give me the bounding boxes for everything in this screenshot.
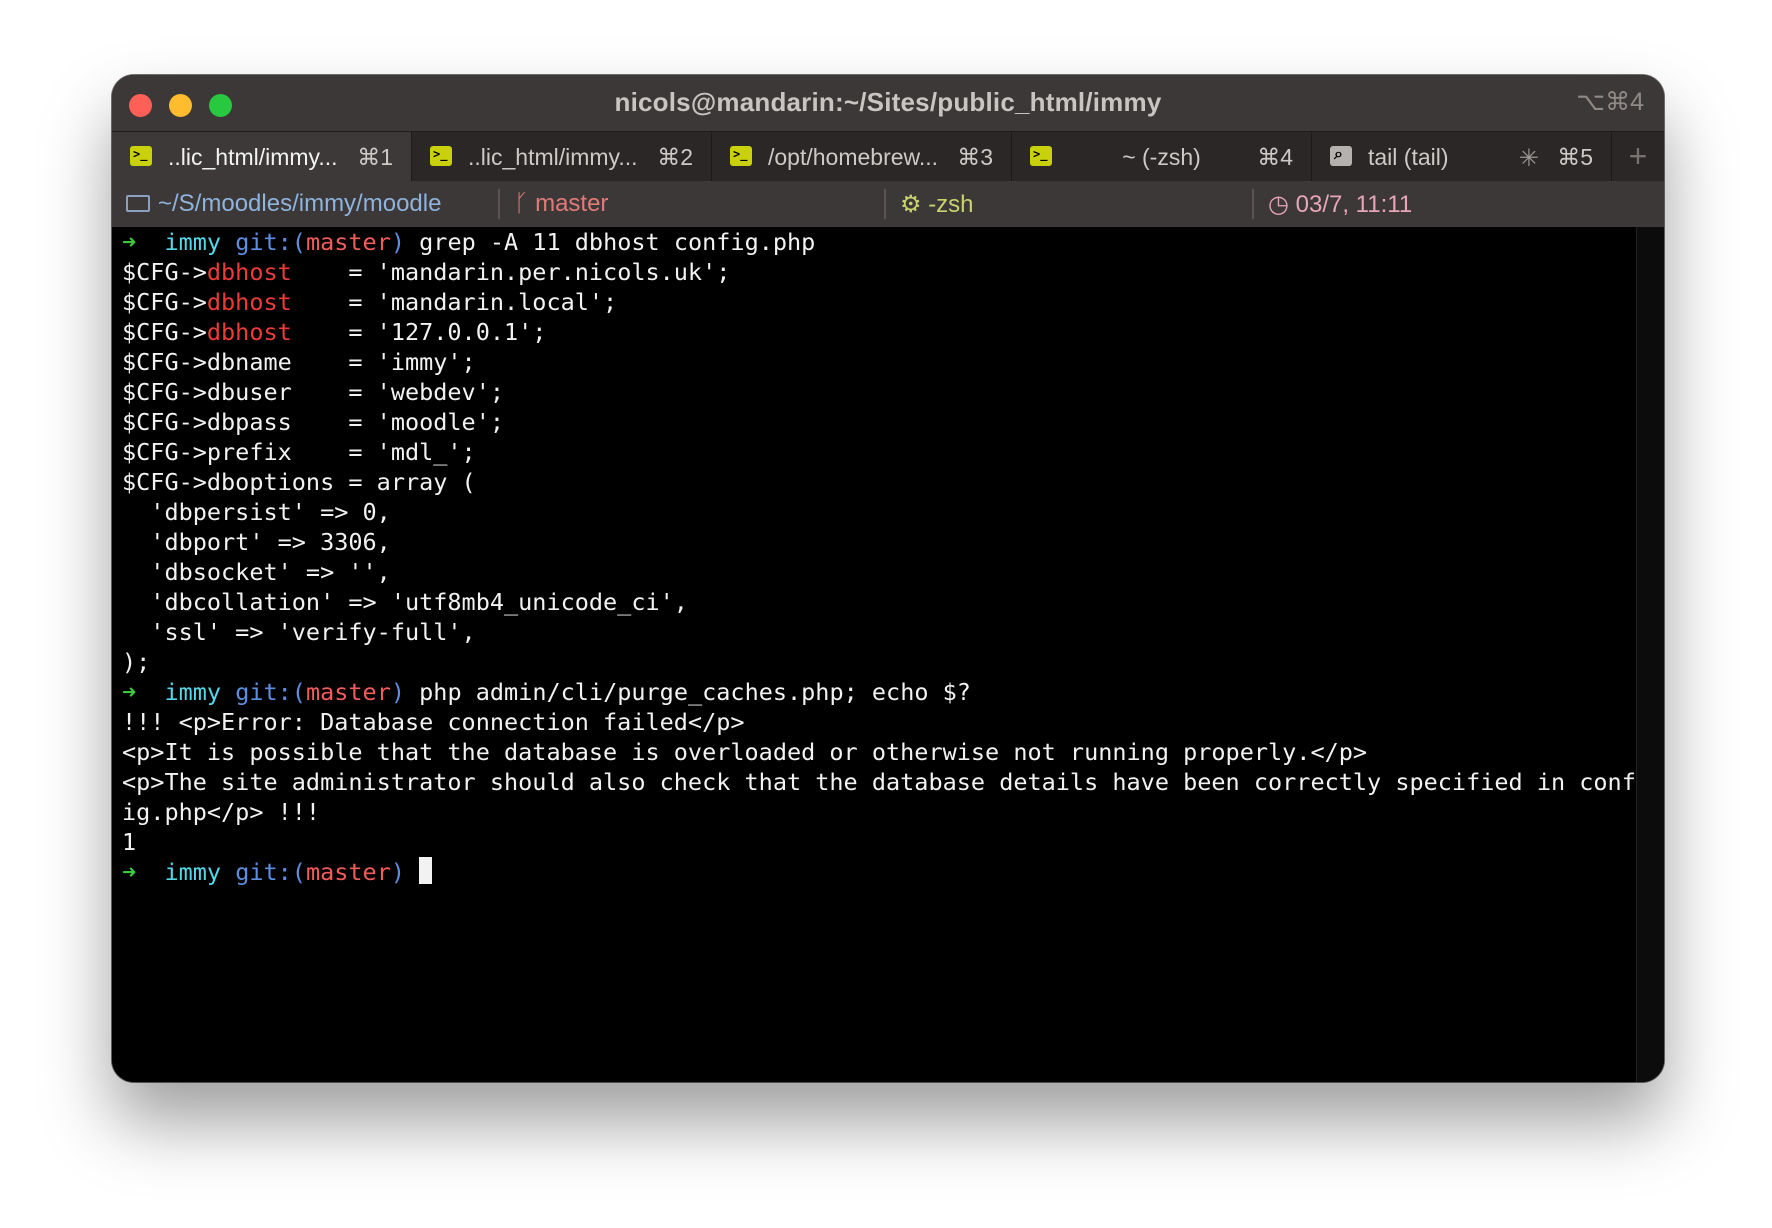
terminal-window: nicols@mandarin:~/Sites/public_html/immy…	[112, 75, 1664, 1082]
status-path-text: ~/S/moodles/immy/moodle	[158, 190, 442, 217]
status-divider	[498, 189, 500, 219]
prompt-dir: immy	[164, 858, 222, 886]
job-icon: ⚙	[900, 191, 922, 218]
search-icon	[1330, 144, 1352, 166]
status-clock: ◷ 03/7, 11:11	[1268, 190, 1412, 219]
output-line: <p>It is possible that the database is o…	[122, 738, 1368, 766]
output-line: 'ssl' => 'verify-full',	[122, 618, 476, 646]
output-text: = '127.0.0.1';	[291, 318, 547, 346]
output-line: !!! <p>Error: Database connection failed…	[122, 708, 745, 736]
status-bar: ~/S/moodles/immy/moodle ᚴ master ⚙ -zsh …	[112, 181, 1664, 227]
output-line: $CFG->dbhost = 'mandarin.local';	[122, 287, 617, 317]
cfg-prefix: $CFG->	[122, 288, 207, 316]
status-branch-text: master	[535, 190, 609, 217]
status-time-text: 03/7, 11:11	[1295, 191, 1413, 218]
output-line: 'dbsocket' => '',	[122, 558, 391, 586]
prompt-git-prefix: git:(	[235, 228, 306, 256]
window-shortcut: ⌥⌘4	[1576, 88, 1644, 116]
prompt-line: ➜ immy git:(master) grep -A 11 dbhost co…	[122, 227, 815, 257]
tab-label: tail (tail)	[1368, 144, 1449, 170]
output-line: $CFG->dbpass = 'moodle';	[122, 408, 505, 436]
match-highlight: dbhost	[206, 258, 292, 286]
cfg-prefix: $CFG->	[122, 318, 207, 346]
status-divider	[884, 189, 886, 219]
tab-label: ..lic_html/immy...	[168, 144, 338, 170]
command-text: php admin/cli/purge_caches.php; echo $?	[419, 678, 971, 706]
output-line: $CFG->dbuser = 'webdev';	[122, 378, 505, 406]
git-branch-icon: ᚴ	[514, 190, 529, 217]
terminal-icon	[130, 146, 152, 166]
terminal-icon	[730, 146, 752, 166]
prompt-git-suffix: )	[390, 228, 405, 256]
prompt-line: ➜ immy git:(master) php admin/cli/purge_…	[122, 677, 971, 707]
output-line: 'dbpersist' => 0,	[122, 498, 391, 526]
prompt-dir: immy	[164, 678, 222, 706]
match-highlight: dbhost	[206, 318, 292, 346]
new-tab-button[interactable]: +	[1612, 132, 1664, 182]
clock-icon: ◷	[1268, 191, 1289, 218]
output-line: 'dbport' => 3306,	[122, 528, 391, 556]
tab-3[interactable]: /opt/homebrew... ⌘3	[712, 132, 1012, 182]
output-text: = 'mandarin.local';	[291, 288, 618, 316]
prompt-branch: master	[305, 228, 391, 256]
text-cursor	[419, 857, 433, 884]
output-line: $CFG->dbhost = 'mandarin.per.nicols.uk';	[122, 257, 730, 287]
tab-label: ..lic_html/immy...	[468, 144, 638, 170]
tab-5[interactable]: tail (tail) ✳ ⌘5	[1312, 132, 1612, 182]
prompt-arrow: ➜	[122, 228, 137, 256]
scrollbar[interactable]	[1636, 227, 1664, 1082]
prompt-branch: master	[305, 678, 391, 706]
prompt-branch: master	[305, 858, 391, 886]
prompt-git-suffix: )	[390, 858, 405, 886]
output-line: $CFG->dbname = 'immy';	[122, 348, 476, 376]
output-line: 'dbcollation' => 'utf8mb4_unicode_ci',	[122, 588, 688, 616]
prompt-git-prefix: git:(	[235, 858, 306, 886]
output-line: $CFG->dbhost = '127.0.0.1';	[122, 317, 546, 347]
status-job-text: -zsh	[928, 191, 974, 218]
tab-shortcut: ⌘5	[1557, 144, 1593, 170]
folder-icon	[126, 195, 150, 212]
terminal-icon	[430, 146, 452, 166]
output-line: );	[122, 648, 151, 676]
status-path[interactable]: ~/S/moodles/immy/moodle	[126, 190, 441, 218]
output-line: $CFG->prefix = 'mdl_';	[122, 438, 476, 466]
output-line: 1	[122, 828, 137, 856]
status-divider	[1252, 189, 1254, 219]
tab-4[interactable]: ~ (-zsh) ⌘4	[1012, 132, 1312, 182]
output-line: ig.php</p> !!!	[122, 798, 321, 826]
output-line: <p>The site administrator should also ch…	[122, 768, 1636, 796]
tab-shortcut: ⌘1	[357, 144, 393, 170]
prompt-dir: immy	[164, 228, 222, 256]
tab-bar: ..lic_html/immy... ⌘1 ..lic_html/immy...…	[112, 131, 1664, 182]
title-bar: nicols@mandarin:~/Sites/public_html/immy…	[112, 75, 1664, 131]
status-branch: ᚴ master	[514, 190, 608, 218]
prompt-arrow: ➜	[122, 678, 137, 706]
tab-shortcut: ⌘3	[957, 144, 993, 170]
tab-2[interactable]: ..lic_html/immy... ⌘2	[412, 132, 712, 182]
tab-shortcut: ⌘4	[1257, 144, 1293, 170]
window-title: nicols@mandarin:~/Sites/public_html/immy	[614, 87, 1162, 117]
output-line: $CFG->dboptions = array (	[122, 468, 476, 496]
prompt-git-suffix: )	[390, 678, 405, 706]
prompt-git-prefix: git:(	[235, 678, 306, 706]
tab-label: /opt/homebrew...	[768, 144, 939, 170]
activity-spinner-icon: ✳	[1518, 145, 1539, 172]
prompt-arrow: ➜	[122, 858, 137, 886]
tab-shortcut: ⌘2	[657, 144, 693, 170]
tab-1[interactable]: ..lic_html/immy... ⌘1	[112, 132, 412, 182]
command-text: grep -A 11 dbhost config.php	[419, 228, 816, 256]
match-highlight: dbhost	[206, 288, 292, 316]
terminal-output[interactable]: ➜ immy git:(master) grep -A 11 dbhost co…	[112, 227, 1664, 1082]
status-job: ⚙ -zsh	[900, 190, 974, 219]
cfg-prefix: $CFG->	[122, 258, 207, 286]
output-text: = 'mandarin.per.nicols.uk';	[291, 258, 731, 286]
prompt-line: ➜ immy git:(master)	[122, 857, 433, 887]
